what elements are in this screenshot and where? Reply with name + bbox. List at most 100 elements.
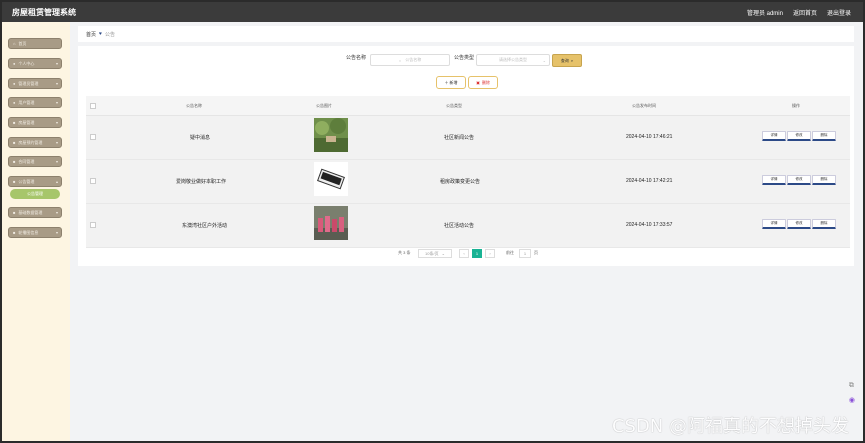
detail-button[interactable]: 详情 xyxy=(762,131,786,141)
main-panel: 公告名称 ○ 公告名称 公告类型 请选择公告类型 ⌄ 查询 ⌕ ＋ 新增 ▣ 删… xyxy=(78,46,854,266)
current-user: 管理员 admin xyxy=(746,11,783,17)
row-checkbox[interactable] xyxy=(90,222,96,228)
next-page-button[interactable]: › xyxy=(485,249,495,258)
chevron-down-icon: ▾ xyxy=(55,210,58,215)
header-type[interactable]: 公告类型 xyxy=(446,103,462,109)
trash-icon: ▣ xyxy=(476,80,480,85)
search-icon: ○ xyxy=(398,57,402,63)
sidebar: ⌂ 首页 ● 个人中心 ▾ ● 管理员管理 ▾ ● 用户管理 ▾ ■ 房屋管理 ▾ ■ 房屋预约管理… xyxy=(2,22,70,441)
translate-icon[interactable]: ⧉ xyxy=(849,382,855,390)
row-checkbox[interactable] xyxy=(90,178,96,184)
row-name: 疑中消息 xyxy=(190,135,211,141)
top-bar-actions: 管理员 admin 返回首页 退出登录 xyxy=(747,8,851,17)
chevron-down-icon: ▾ xyxy=(55,120,58,125)
table-header: 公告名称 公告图片 公告类型 公告发布时间 操作 xyxy=(86,96,850,116)
row-type: 社区新闻公告 xyxy=(444,135,475,141)
current-page[interactable]: 1 xyxy=(472,249,482,258)
sidebar-item-carousel[interactable]: ■ 轮播图信息 ▾ xyxy=(8,227,62,238)
chevron-right-icon: › xyxy=(489,251,491,256)
chevron-down-icon: ⌄ xyxy=(542,57,546,63)
floating-tools: ⧉ ◉ xyxy=(849,382,855,404)
query-button[interactable]: 查询 ⌕ xyxy=(552,54,582,67)
edit-button[interactable]: 修改 xyxy=(787,131,811,141)
database-icon: ■ xyxy=(13,210,16,215)
row-type: 租房政策变更公告 xyxy=(440,179,481,185)
breadcrumb: 首页 ♥ 公告 xyxy=(78,26,854,42)
header-name[interactable]: 公告名称 xyxy=(186,103,202,109)
pagination-total: 共 3 条 xyxy=(398,250,411,255)
name-search-label: 公告名称 xyxy=(346,55,367,61)
activity-photo-thumbnail xyxy=(314,206,348,240)
sidebar-item-users[interactable]: ● 用户管理 ▾ xyxy=(8,97,62,108)
sidebar-item-announcements[interactable]: ■ 公告管理 ▴ xyxy=(8,176,62,187)
chevron-left-icon: ‹ xyxy=(463,251,465,256)
edit-button[interactable]: 修改 xyxy=(787,175,811,185)
breadcrumb-home[interactable]: 首页 xyxy=(86,31,96,38)
bell-icon: ■ xyxy=(13,179,16,184)
header-image[interactable]: 公告图片 xyxy=(316,103,332,109)
assistant-icon[interactable]: ◉ xyxy=(849,396,855,404)
table-row: 爱岗敬业做好本职工作 租房政策变更公告 2024-04-10 17:42:21 … xyxy=(86,160,850,204)
row-name: 爱岗敬业做好本职工作 xyxy=(176,179,227,185)
chevron-down-icon: ▾ xyxy=(55,230,58,235)
top-bar: 房屋租赁管理系统 管理员 admin 返回首页 退出登录 xyxy=(2,2,863,22)
image-icon: ■ xyxy=(13,230,16,235)
header-actions: 操作 xyxy=(792,103,800,108)
search-icon: ⌕ xyxy=(570,58,574,63)
breadcrumb-current: 公告 xyxy=(104,31,115,38)
csdn-watermark: CSDN @阿福真的不想掉头发 xyxy=(611,416,849,437)
row-name: 东澳湾社区户外活动 xyxy=(182,223,228,229)
row-time: 2024-04-10 17:46:21 xyxy=(626,134,673,140)
chevron-down-icon: ▾ xyxy=(55,100,58,105)
header-time[interactable]: 公告发布时间 xyxy=(632,103,656,109)
row-delete-button[interactable]: 删除 xyxy=(812,131,836,141)
sidebar-item-profile[interactable]: ● 个人中心 ▾ xyxy=(8,58,62,69)
user-icon: ● xyxy=(13,61,16,66)
chevron-down-icon: ▾ xyxy=(55,81,58,86)
select-all-checkbox[interactable] xyxy=(90,103,96,109)
submenu-announcement-management[interactable]: 公告管理 xyxy=(10,189,60,199)
calendar-icon: ■ xyxy=(13,140,16,145)
sidebar-item-home[interactable]: ⌂ 首页 xyxy=(8,38,62,49)
chevron-up-icon: ▴ xyxy=(55,179,58,184)
user-icon: ● xyxy=(13,81,16,86)
home-link[interactable]: 返回首页 xyxy=(793,8,817,17)
chevron-down-icon: ▾ xyxy=(55,140,58,145)
type-search-label: 公告类型 xyxy=(454,55,475,61)
add-button[interactable]: ＋ 新增 xyxy=(436,76,466,89)
row-delete-button[interactable]: 删除 xyxy=(812,219,836,229)
chevron-down-icon: ▾ xyxy=(55,159,58,164)
detail-button[interactable]: 详情 xyxy=(762,219,786,229)
row-time: 2024-04-10 17:42:21 xyxy=(626,178,673,184)
type-select[interactable]: 请选择公告类型 ⌄ xyxy=(476,54,550,66)
sidebar-item-base-data[interactable]: ■ 基础数据管理 ▾ xyxy=(8,207,62,218)
page-size-select[interactable]: 10条/页 ⌄ xyxy=(418,249,452,258)
detail-button[interactable]: 详情 xyxy=(762,175,786,185)
app-title: 房屋租赁管理系统 xyxy=(12,8,76,17)
edit-button[interactable]: 修改 xyxy=(787,219,811,229)
chevron-down-icon: ▾ xyxy=(55,61,58,66)
news-photo-thumbnail xyxy=(314,162,348,196)
table-row: 东澳湾社区户外活动 社区活动公告 2024-04-10 17:33:57 详情 … xyxy=(86,204,850,248)
sidebar-item-admin[interactable]: ● 管理员管理 ▾ xyxy=(8,78,62,89)
sidebar-item-reservations[interactable]: ■ 房屋预约管理 ▾ xyxy=(8,137,62,148)
garden-photo-thumbnail xyxy=(314,118,348,152)
row-delete-button[interactable]: 删除 xyxy=(812,175,836,185)
prev-page-button[interactable]: ‹ xyxy=(459,249,469,258)
row-checkbox[interactable] xyxy=(90,134,96,140)
table-row: 疑中消息 社区新闻公告 2024-04-10 17:46:21 详情 修改 删除 xyxy=(86,116,850,160)
name-search-input[interactable]: ○ 公告名称 xyxy=(370,54,450,66)
chevron-down-icon: ⌄ xyxy=(441,251,445,256)
logout-link[interactable]: 退出登录 xyxy=(827,8,851,17)
house-icon: ■ xyxy=(13,120,16,125)
row-time: 2024-04-10 17:33:57 xyxy=(626,222,673,228)
document-icon: ■ xyxy=(13,159,16,164)
goto-page-input[interactable]: 1 xyxy=(519,249,531,258)
user-icon: ● xyxy=(13,100,16,105)
sidebar-item-houses[interactable]: ■ 房屋管理 ▾ xyxy=(8,117,62,128)
delete-button[interactable]: ▣ 删除 xyxy=(468,76,498,89)
app-window: 房屋租赁管理系统 管理员 admin 返回首页 退出登录 ⌂ 首页 ● 个人中心 ▾ … xyxy=(2,2,863,441)
goto-label: 前往 xyxy=(506,250,514,255)
heart-icon: ♥ xyxy=(99,31,102,37)
sidebar-item-contracts[interactable]: ■ 合同管理 ▾ xyxy=(8,156,62,167)
